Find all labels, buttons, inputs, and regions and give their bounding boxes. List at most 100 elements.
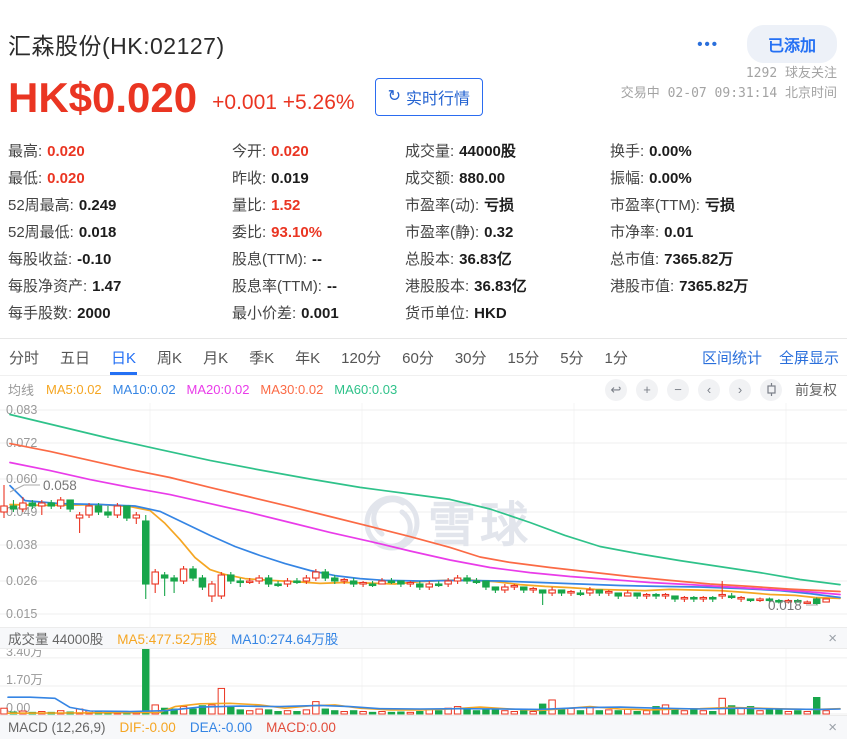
volume-pane-header: 成交量 44000股 MA5:477.52万股 MA10:274.64万股 × bbox=[0, 627, 847, 649]
tab-60分[interactable]: 60分 bbox=[401, 339, 435, 375]
pan-right-icon[interactable]: › bbox=[729, 378, 751, 401]
svg-text:0.058: 0.058 bbox=[43, 478, 77, 493]
stat-item: 换手: 0.00% bbox=[610, 143, 692, 160]
market-meta: 1292 球友关注 交易中 02-07 09:31:14 北京时间 bbox=[621, 64, 837, 103]
zoom-out-icon[interactable]: − bbox=[667, 378, 689, 401]
tab-120分[interactable]: 120分 bbox=[340, 339, 382, 375]
current-price: HK$0.020 bbox=[8, 74, 198, 122]
stat-item: 市盈率(动): 亏损 bbox=[405, 197, 515, 214]
tab-五日[interactable]: 五日 bbox=[59, 339, 91, 375]
stat-item: 市盈率(TTM): 亏损 bbox=[610, 197, 735, 214]
tab-日K[interactable]: 日K bbox=[110, 339, 138, 375]
added-button[interactable]: 已添加 bbox=[746, 25, 837, 63]
price-change: +0.001 +5.26% bbox=[212, 91, 355, 114]
page-title: 汇森股份(HK:02127) bbox=[8, 33, 225, 59]
stat-item: 成交额: 880.00 bbox=[405, 170, 506, 187]
xueqiu-watermark: 雪球 bbox=[364, 495, 528, 552]
svg-text:0.038: 0.038 bbox=[6, 538, 37, 552]
undo-icon[interactable]: ↩ bbox=[605, 378, 627, 401]
ma-legend-item: MA20:0.02 bbox=[186, 382, 250, 397]
svg-text:0.060: 0.060 bbox=[6, 472, 37, 486]
tab-15分[interactable]: 15分 bbox=[507, 339, 541, 375]
price-row: HK$0.020 +0.001 +5.26% ↻ 实时行情 1292 球友关注 … bbox=[0, 62, 847, 122]
macd-label: MACD (12,26,9) bbox=[8, 720, 106, 735]
stats-grid: 最高: 0.020 最低: 0.020 52周最高: 0.249 52周最低: 0.018 每股… bbox=[0, 118, 847, 329]
ma-legend-row: 均线 MA5:0.02 MA10:0.02 MA20:0.02 MA30:0.02 MA… bbox=[0, 376, 847, 403]
stat-item: 港股股本: 36.83亿 bbox=[405, 278, 527, 295]
volume-label: 成交量 44000股 bbox=[8, 632, 104, 647]
stat-item: 最小价差: 0.001 bbox=[232, 305, 339, 322]
link-全屏显示[interactable]: 全屏显示 bbox=[779, 347, 839, 368]
tab-5分[interactable]: 5分 bbox=[559, 339, 584, 375]
macd-pane-header: MACD (12,26,9) DIF:-0.00 DEA:-0.00 MACD:… bbox=[0, 715, 847, 739]
ma-legend: MA5:0.02 MA10:0.02 MA20:0.02 MA30:0.02 MA60:… bbox=[46, 382, 408, 397]
ma-legend-item: MA10:0.02 bbox=[112, 382, 176, 397]
stat-item: 股息(TTM): -- bbox=[232, 251, 322, 268]
stat-item: 总股本: 36.83亿 bbox=[405, 251, 512, 268]
tab-30分[interactable]: 30分 bbox=[454, 339, 488, 375]
more-menu-icon[interactable]: ••• bbox=[697, 36, 719, 53]
followers-count: 1292 球友关注 bbox=[745, 66, 837, 81]
volume-chart[interactable]: 3.40万1.70万0.00 bbox=[0, 649, 847, 715]
stat-item: 昨收: 0.019 bbox=[232, 170, 309, 187]
tab-1分[interactable]: 1分 bbox=[604, 339, 629, 375]
candle-style-icon[interactable] bbox=[760, 378, 782, 401]
svg-text:0.018: 0.018 bbox=[768, 598, 802, 613]
stock-quote-page: 汇森股份(HK:02127) ••• 已添加 HK$0.020 +0.001 +… bbox=[0, 0, 847, 754]
svg-text:1.70万: 1.70万 bbox=[6, 673, 43, 687]
tab-年K[interactable]: 年K bbox=[294, 339, 321, 375]
session-time: 交易中 02-07 09:31:14 北京时间 bbox=[620, 85, 837, 101]
ma-legend-item: MA30:0.02 bbox=[260, 382, 324, 397]
tab-月K[interactable]: 月K bbox=[202, 339, 229, 375]
stat-item: 最高: 0.020 bbox=[8, 143, 85, 160]
stat-item: 港股市值: 7365.82万 bbox=[610, 278, 749, 295]
link-区间统计[interactable]: 区间统计 bbox=[702, 347, 762, 368]
stat-item: 量比: 1.52 bbox=[232, 197, 301, 214]
ma-legend-title: 均线 bbox=[8, 383, 35, 398]
realtime-quote-button[interactable]: ↻ 实时行情 bbox=[374, 78, 484, 116]
stat-item: 市盈率(静): 0.32 bbox=[405, 224, 514, 241]
stat-item: 总市值: 7365.82万 bbox=[610, 251, 734, 268]
stat-item: 市净率: 0.01 bbox=[610, 224, 694, 241]
volume-close-icon[interactable]: × bbox=[828, 631, 837, 646]
stat-column: 最高: 0.020 最低: 0.020 52周最高: 0.249 52周最低: 0.018 每股… bbox=[8, 140, 232, 329]
stat-item: 今开: 0.020 bbox=[232, 143, 309, 160]
stat-item: 货币单位: HKD bbox=[405, 305, 507, 322]
tab-分时[interactable]: 分时 bbox=[8, 339, 40, 375]
stat-item: 委比: 93.10% bbox=[232, 224, 323, 241]
svg-text:3.40万: 3.40万 bbox=[6, 649, 43, 659]
zoom-in-icon[interactable]: + bbox=[636, 378, 658, 401]
macd-value-label: MACD:0.00 bbox=[266, 720, 336, 735]
stat-item: 每股收益: -0.10 bbox=[8, 251, 112, 268]
tab-周K[interactable]: 周K bbox=[156, 339, 183, 375]
stat-item: 成交量: 44000股 bbox=[405, 143, 516, 160]
ma-legend-item: MA60:0.03 bbox=[334, 382, 398, 397]
stat-item: 振幅: 0.00% bbox=[610, 170, 692, 187]
pan-left-icon[interactable]: ‹ bbox=[698, 378, 720, 401]
stat-item: 52周最高: 0.249 bbox=[8, 197, 117, 214]
chart-toolbar: ↩ + − ‹ › 前复权 bbox=[605, 378, 837, 401]
stat-item: 每股净资产: 1.47 bbox=[8, 278, 122, 295]
svg-text:0.015: 0.015 bbox=[6, 607, 37, 621]
macd-close-icon[interactable]: × bbox=[828, 720, 837, 735]
stat-item: 股息率(TTM): -- bbox=[232, 278, 337, 295]
stat-column: 换手: 0.00% 振幅: 0.00% 市盈率(TTM): 亏损 市净率: 0.01 总市值: 7… bbox=[610, 140, 839, 329]
stat-item: 52周最低: 0.018 bbox=[8, 224, 117, 241]
svg-text:0.026: 0.026 bbox=[6, 574, 37, 588]
volume-ma5-label: MA5:477.52万股 bbox=[117, 632, 218, 647]
period-tabs: 分时 五日 日K 周K 月K 季K 年K 120分 60分 30分 15分 5分 1分 区间统计 全屏显示 bbox=[0, 338, 847, 376]
refresh-icon: ↻ bbox=[387, 88, 401, 105]
stat-column: 成交量: 44000股 成交额: 880.00 市盈率(动): 亏损 市盈率(静): 0.32… bbox=[405, 140, 610, 329]
macd-dea-label: DEA:-0.00 bbox=[189, 720, 253, 735]
header: 汇森股份(HK:02127) ••• 已添加 bbox=[0, 0, 847, 63]
price-candlestick-chart[interactable]: 0.0830.0720.0600.0490.0380.0260.015雪球0.0… bbox=[0, 403, 847, 627]
tab-季K[interactable]: 季K bbox=[248, 339, 275, 375]
realtime-quote-label: 实时行情 bbox=[406, 91, 471, 108]
stat-item: 每手股数: 2000 bbox=[8, 305, 111, 322]
ma-legend-item: MA5:0.02 bbox=[46, 382, 102, 397]
stat-item: 最低: 0.020 bbox=[8, 170, 85, 187]
stat-column: 今开: 0.020 昨收: 0.019 量比: 1.52 委比: 93.10% 股息(TTM):… bbox=[232, 140, 405, 329]
volume-ma10-label: MA10:274.64万股 bbox=[231, 632, 339, 647]
macd-dif-label: DIF:-0.00 bbox=[119, 720, 176, 735]
adjust-mode-dropdown[interactable]: 前复权 bbox=[795, 380, 837, 400]
